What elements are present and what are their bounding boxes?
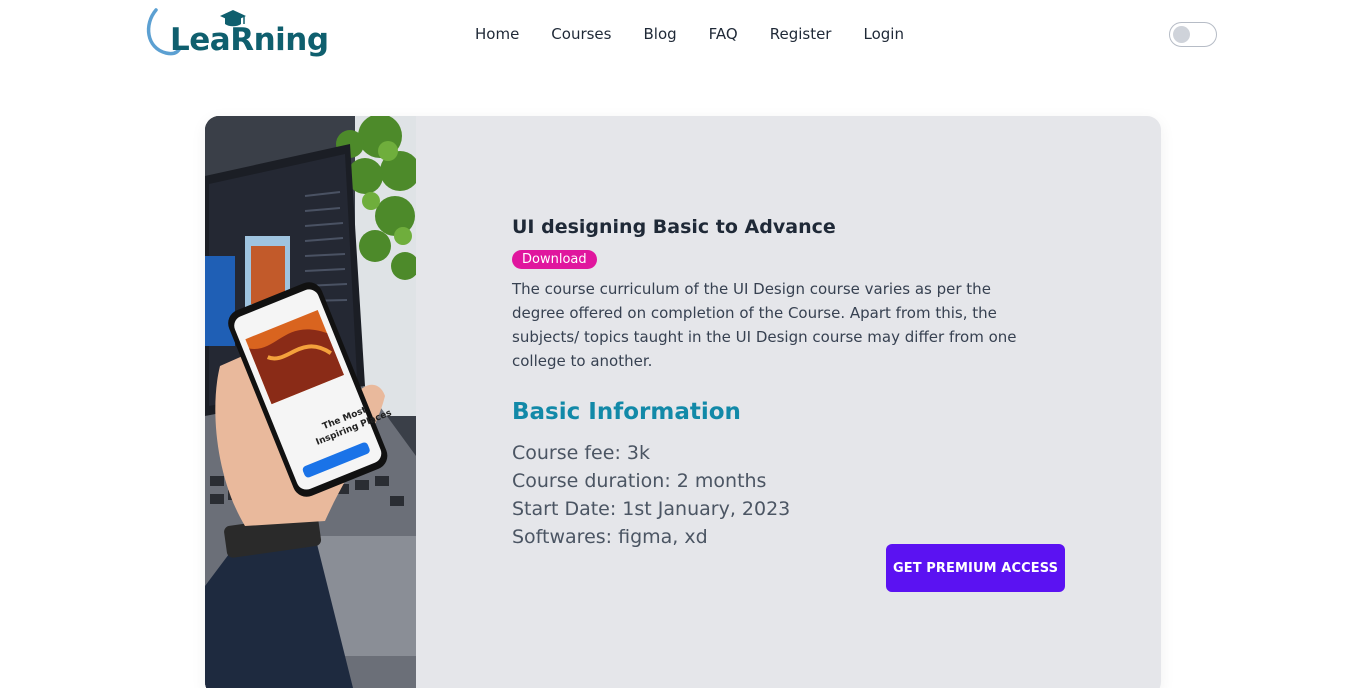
download-badge[interactable]: Download <box>512 250 597 269</box>
course-start-date: Start Date: 1st January, 2023 <box>512 498 791 520</box>
basic-info-heading: Basic Information <box>512 399 741 425</box>
nav-faq[interactable]: FAQ <box>709 24 738 44</box>
nav-courses[interactable]: Courses <box>551 24 611 44</box>
course-fee: Course fee: 3k <box>512 442 650 464</box>
nav-register[interactable]: Register <box>770 24 832 44</box>
course-card: The Most Inspiring Places UI designing B… <box>205 116 1161 688</box>
toggle-knob <box>1173 26 1190 43</box>
nav-blog[interactable]: Blog <box>643 24 676 44</box>
main-nav: Home Courses Blog FAQ Register Login <box>475 24 936 44</box>
brand-logo[interactable]: LeaRning <box>144 6 329 64</box>
course-image: The Most Inspiring Places <box>205 116 416 688</box>
course-title: UI designing Basic to Advance <box>512 216 836 238</box>
course-description: The course curriculum of the UI Design c… <box>512 280 1017 370</box>
logo-text: LeaRning <box>170 22 329 58</box>
basic-info-list: Course fee: 3k Course duration: 2 months… <box>512 439 1072 551</box>
theme-toggle[interactable] <box>1169 22 1217 47</box>
course-duration: Course duration: 2 months <box>512 470 767 492</box>
nav-login[interactable]: Login <box>863 24 903 44</box>
nav-home[interactable]: Home <box>475 24 519 44</box>
course-details: UI designing Basic to Advance Download T… <box>512 214 1072 551</box>
get-premium-access-button[interactable]: GET PREMIUM ACCESS <box>886 544 1065 592</box>
